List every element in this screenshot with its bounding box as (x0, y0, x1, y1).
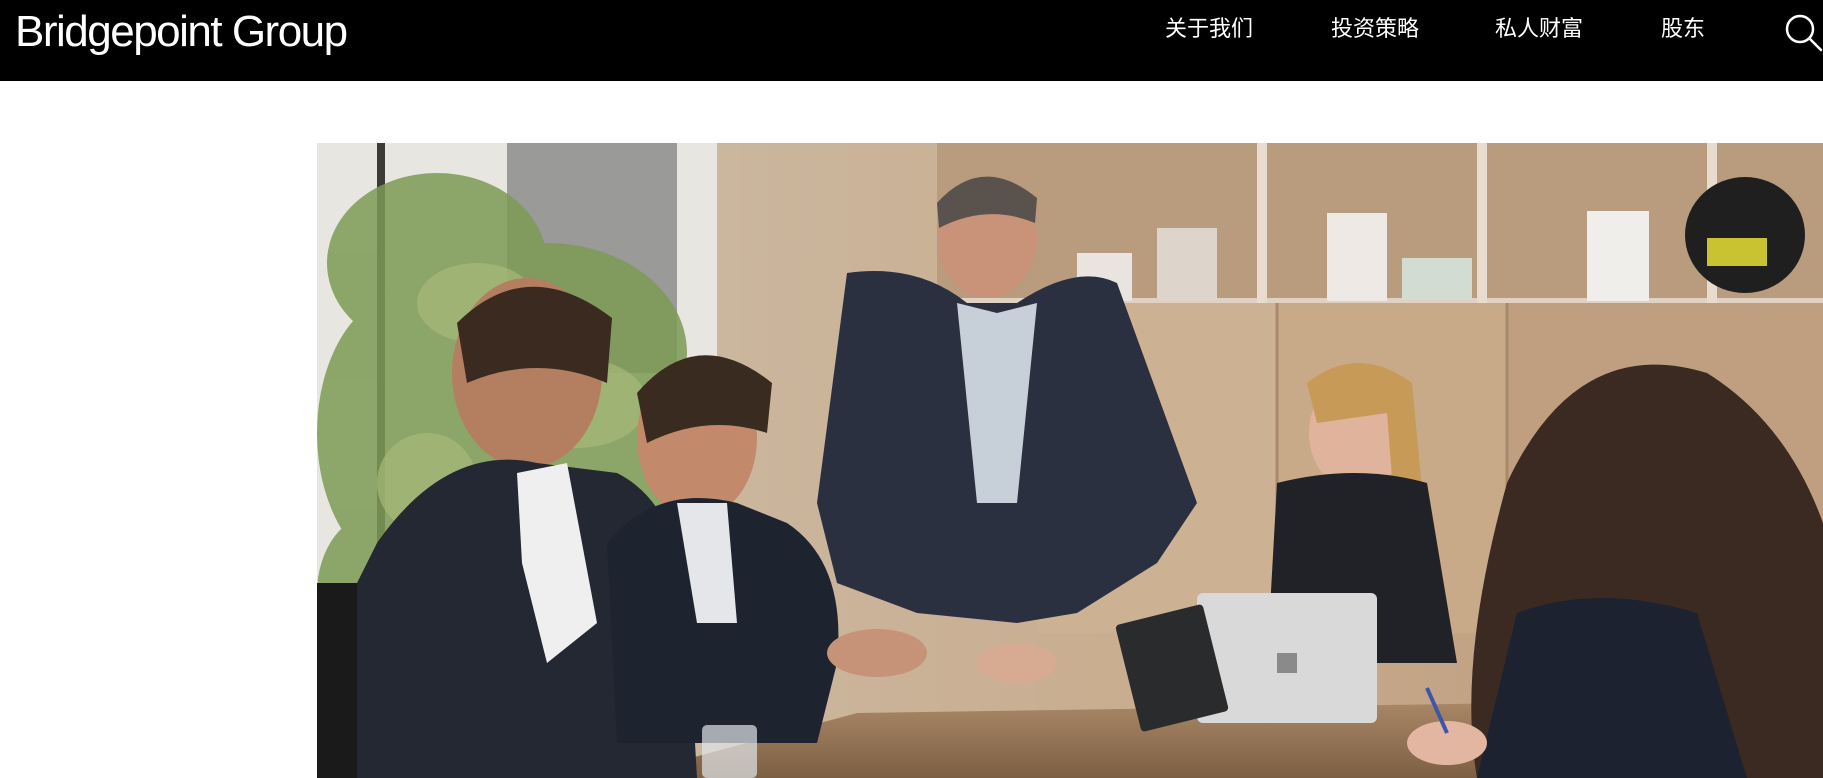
brand-logo[interactable]: Bridgepoint Group (15, 6, 348, 58)
meeting-photo (317, 143, 1823, 778)
nav-item-private-wealth[interactable]: 私人财富 (1495, 14, 1583, 46)
nav-item-investment-strategy[interactable]: 投资策略 (1331, 14, 1419, 46)
site-header: Bridgepoint Group 关于我们 投资策略 私人财富 股东 (0, 0, 1823, 81)
search-button[interactable] (1783, 12, 1823, 52)
nav-item-about[interactable]: 关于我们 (1165, 14, 1253, 46)
hero-image (317, 143, 1823, 778)
search-icon (1785, 14, 1823, 52)
nav-item-shareholders[interactable]: 股东 (1661, 14, 1705, 46)
